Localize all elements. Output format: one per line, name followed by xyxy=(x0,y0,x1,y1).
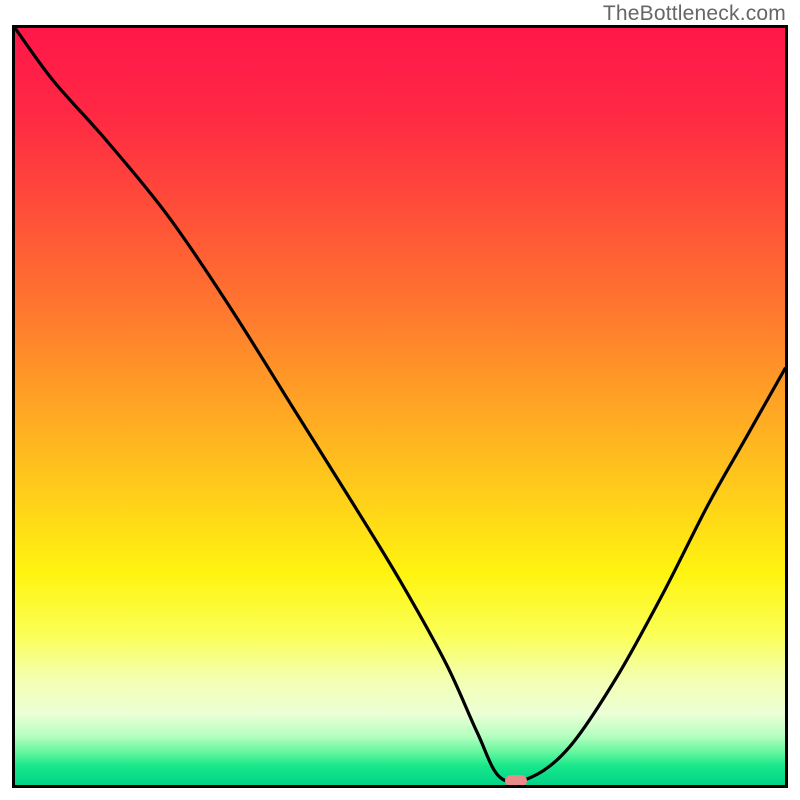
chart-frame xyxy=(12,25,788,788)
bottleneck-curve xyxy=(15,28,785,785)
watermark-text: TheBottleneck.com xyxy=(603,2,786,26)
optimal-marker xyxy=(505,775,527,787)
